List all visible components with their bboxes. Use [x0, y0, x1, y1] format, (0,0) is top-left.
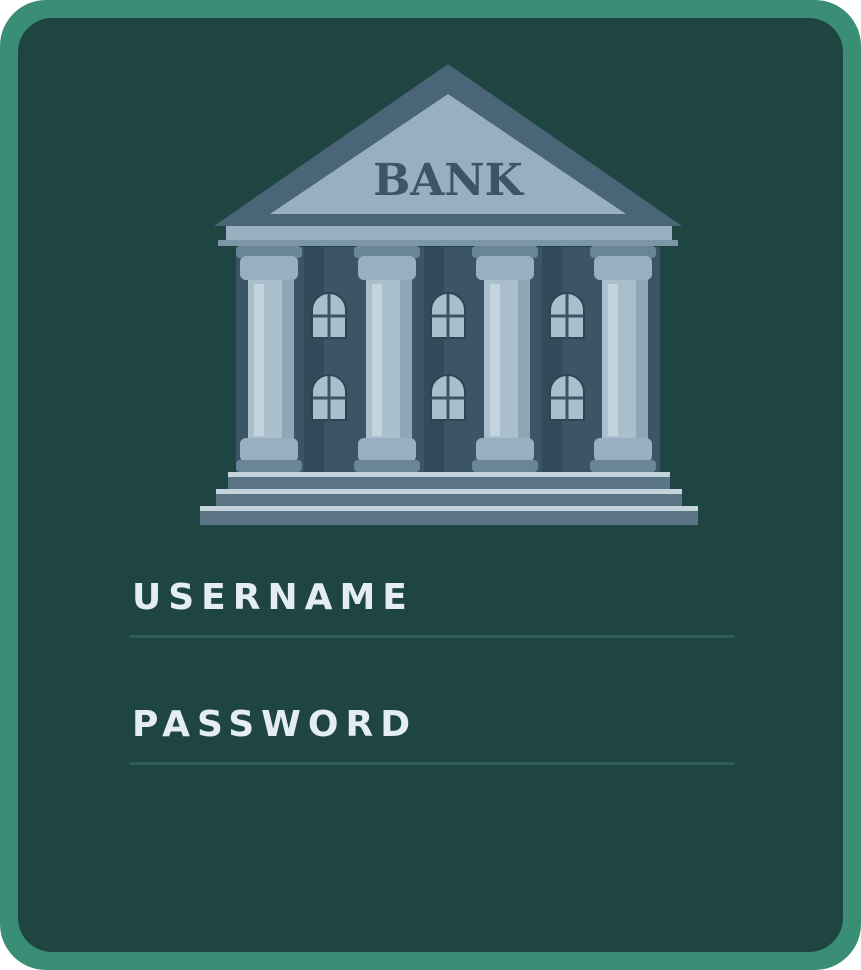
password-label: PASSWORD [132, 704, 418, 745]
password-field[interactable]: PASSWORD [130, 703, 734, 765]
login-card: BANK USERNAME PASSWORD [18, 18, 843, 952]
bank-sign-text: BANK [373, 155, 525, 206]
username-label: USERNAME [132, 577, 414, 618]
login-frame: BANK USERNAME PASSWORD [0, 0, 861, 970]
username-underline [130, 635, 734, 638]
username-field[interactable]: USERNAME [130, 576, 734, 638]
password-underline [130, 762, 734, 765]
bank-building-icon: BANK [200, 64, 698, 525]
